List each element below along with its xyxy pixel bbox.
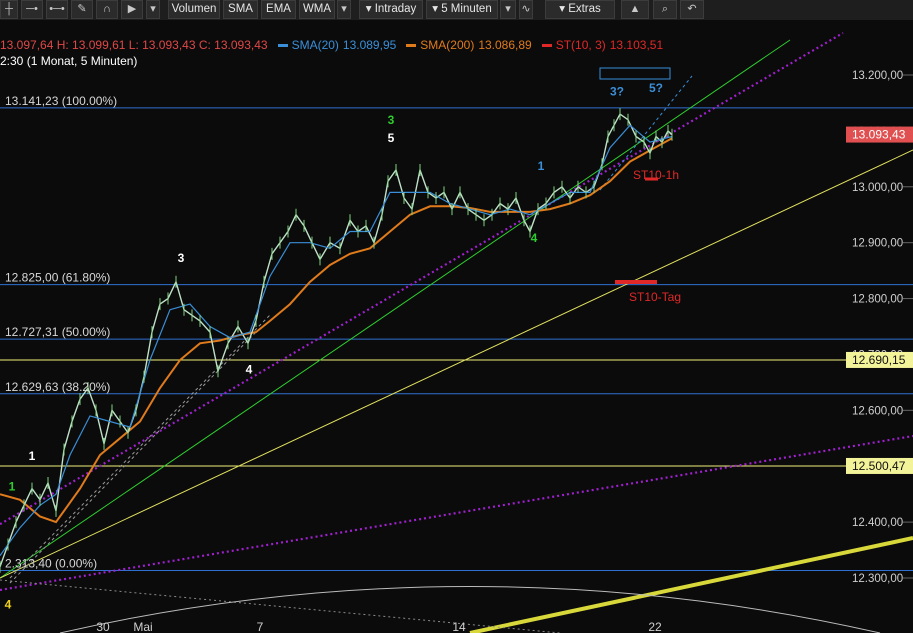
sma20-label: SMA(20) bbox=[292, 38, 339, 52]
x-axis-tick-label: 14 bbox=[452, 620, 466, 633]
intraday-select[interactable]: ▾ Intraday bbox=[359, 0, 423, 19]
supertrend-swatch bbox=[542, 44, 552, 47]
wave-label: 1 bbox=[538, 159, 545, 173]
intraday-label: Intraday bbox=[375, 3, 417, 15]
sma20-value: 13.089,95 bbox=[343, 38, 396, 52]
wave-label: 4 bbox=[246, 362, 253, 376]
chevron-down-icon: ▾ bbox=[366, 3, 375, 15]
y-axis-tick-label: 13.000,00 bbox=[852, 182, 903, 194]
ema-button[interactable]: EMA bbox=[261, 0, 296, 19]
fib-level-label: 2.313,40 (0.00%) bbox=[5, 557, 97, 571]
x-axis-tick-label: 7 bbox=[257, 620, 264, 633]
zoom-icon[interactable]: ⌕ bbox=[653, 0, 677, 19]
curve-icon[interactable]: ∩ bbox=[96, 0, 118, 19]
wave-label: 5 bbox=[388, 131, 395, 145]
wave-label: 3 bbox=[388, 113, 395, 127]
sma-button[interactable]: SMA bbox=[223, 0, 258, 19]
segment-icon[interactable]: •─• bbox=[46, 0, 68, 19]
bell-icon[interactable]: ▲ bbox=[621, 0, 649, 19]
x-axis-tick-label: 22 bbox=[648, 620, 662, 633]
x-axis-tick-label: 30 bbox=[96, 620, 110, 633]
wave-label: 3 bbox=[178, 251, 185, 265]
x-axis-tick-label: Mai bbox=[133, 620, 152, 633]
pencil-icon[interactable]: ✎ bbox=[71, 0, 93, 19]
supertrend-value: 13.103,51 bbox=[610, 38, 663, 52]
dropdown-icon[interactable]: ▾ bbox=[337, 0, 351, 19]
hline-badge-label: 12.690,15 bbox=[852, 353, 906, 367]
wave-label: 5? bbox=[649, 81, 663, 95]
sma200-swatch bbox=[406, 44, 416, 47]
extras-select[interactable]: ▾ Extras bbox=[545, 0, 615, 19]
subtitle-period: (1 Monat, 5 Minuten) bbox=[27, 54, 138, 68]
fib-level-label: 12.629,63 (38.20%) bbox=[5, 380, 110, 394]
undo-icon[interactable]: ↶ bbox=[680, 0, 704, 19]
volumen-button[interactable]: Volumen bbox=[168, 0, 220, 19]
chart-legend: 13.097,64 H: 13.099,61 L: 13.093,43 C: 1… bbox=[0, 38, 667, 54]
sma200-label: SMA(200) bbox=[420, 38, 474, 52]
wave-label: 4 bbox=[5, 598, 12, 612]
y-axis-tick-label: 12.600,00 bbox=[852, 405, 903, 417]
fib-level-label: 13.141,23 (100.00%) bbox=[5, 94, 117, 108]
interval-select[interactable]: ▾ 5 Minuten bbox=[426, 0, 498, 19]
wma-button[interactable]: WMA bbox=[299, 0, 335, 19]
price-chart[interactable]: 13.141,23 (100.00%)12.825,00 (61.80%)12.… bbox=[0, 20, 913, 633]
chevron-down-icon: ▾ bbox=[432, 3, 441, 15]
fib-level-label: 12.727,31 (50.00%) bbox=[5, 325, 110, 339]
wave-label: 3? bbox=[610, 85, 624, 99]
hline-badge-label: 12.500,47 bbox=[852, 459, 906, 473]
toolbar: ┼ ─• •─• ✎ ∩ ▶ ▾ Volumen SMA EMA WMA ▾ ▾… bbox=[0, 0, 913, 21]
crosshair-icon[interactable]: ┼ bbox=[0, 0, 18, 19]
chevron-down-icon: ▾ bbox=[559, 3, 568, 15]
wave-label: 1 bbox=[9, 479, 16, 493]
wave-label: 1 bbox=[29, 449, 36, 463]
y-axis-tick-label: 12.900,00 bbox=[852, 238, 903, 250]
subtitle-time: 2:30 bbox=[0, 54, 23, 68]
interval-label: 5 Minuten bbox=[441, 3, 492, 15]
y-axis-tick-label: 12.300,00 bbox=[852, 573, 903, 585]
dropdown-icon[interactable]: ▾ bbox=[146, 0, 160, 19]
sma20-swatch bbox=[278, 44, 288, 47]
cursor-icon[interactable]: ▶ bbox=[121, 0, 143, 19]
st10-1h-label: ST10-1h bbox=[633, 168, 679, 182]
extras-label: Extras bbox=[568, 3, 601, 15]
st10-tag-label: ST10-Tag bbox=[629, 290, 681, 304]
wave-label: 4 bbox=[531, 231, 538, 245]
chart-subtitle: 2:30 (1 Monat, 5 Minuten) bbox=[0, 54, 137, 68]
ohlc-values: 13.097,64 H: 13.099,61 L: 13.093,43 C: 1… bbox=[0, 38, 268, 52]
y-axis-tick-label: 13.200,00 bbox=[852, 70, 903, 82]
supertrend-label: ST(10, 3) bbox=[556, 38, 606, 52]
sma200-value: 13.086,89 bbox=[478, 38, 531, 52]
last-price-badge-label: 13.093,43 bbox=[852, 128, 906, 142]
dropdown-icon[interactable]: ▾ bbox=[500, 0, 516, 19]
horizontal-line-icon[interactable]: ─• bbox=[21, 0, 43, 19]
y-axis-tick-label: 12.400,00 bbox=[852, 517, 903, 529]
fib-level-label: 12.825,00 (61.80%) bbox=[5, 271, 110, 285]
y-axis-tick-label: 12.800,00 bbox=[852, 294, 903, 306]
